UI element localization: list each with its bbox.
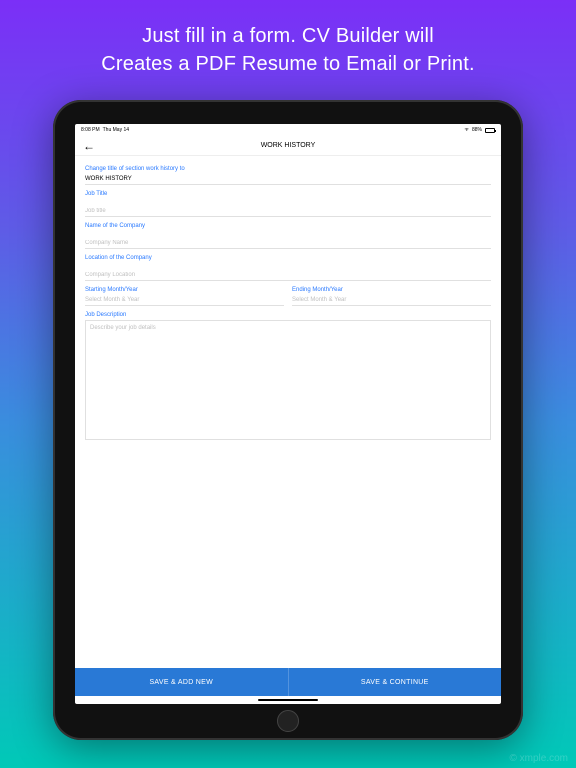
screen: 8:08 PM Thu May 14 ᯤ 88% ← WORK HISTORY … <box>75 124 501 704</box>
section-title-value[interactable]: WORK HISTORY <box>85 174 491 185</box>
page-title: WORK HISTORY <box>261 142 316 149</box>
wifi-icon: ᯤ <box>464 127 469 133</box>
save-continue-button[interactable]: SAVE & CONTINUE <box>289 668 502 696</box>
location-input[interactable] <box>85 270 491 281</box>
battery-percent: 88% <box>472 127 482 133</box>
description-textarea[interactable] <box>85 320 491 440</box>
promo-line2: Creates a PDF Resume to Email or Print. <box>101 50 474 78</box>
date-row: Starting Month/Year Select Month & Year … <box>85 281 491 306</box>
home-indicator <box>75 696 501 704</box>
home-button[interactable] <box>277 710 299 732</box>
start-date-label: Starting Month/Year <box>85 287 284 293</box>
promo-headline: Just fill in a form. CV Builder will Cre… <box>101 22 474 78</box>
description-label: Job Description <box>85 312 491 318</box>
home-indicator-bar <box>258 699 318 701</box>
tablet-frame: 8:08 PM Thu May 14 ᯤ 88% ← WORK HISTORY … <box>53 100 523 740</box>
end-date-select[interactable]: Select Month & Year <box>292 295 491 306</box>
start-date-select[interactable]: Select Month & Year <box>85 295 284 306</box>
status-bar: 8:08 PM Thu May 14 ᯤ 88% <box>75 124 501 136</box>
location-label: Location of the Company <box>85 255 491 261</box>
save-add-new-button[interactable]: SAVE & ADD NEW <box>75 668 289 696</box>
job-title-label: Job Title <box>85 191 491 197</box>
nav-bar: ← WORK HISTORY <box>75 136 501 156</box>
company-name-label: Name of the Company <box>85 223 491 229</box>
back-arrow-icon[interactable]: ← <box>83 139 95 153</box>
job-title-input[interactable] <box>85 206 491 217</box>
section-title-label: Change title of section work history to <box>85 166 491 172</box>
status-date: Thu May 14 <box>103 127 129 133</box>
promo-line1: Just fill in a form. CV Builder will <box>101 22 474 50</box>
work-history-form: Change title of section work history to … <box>75 156 501 668</box>
button-bar: SAVE & ADD NEW SAVE & CONTINUE <box>75 668 501 696</box>
status-time: 8:08 PM <box>81 127 100 133</box>
company-name-input[interactable] <box>85 238 491 249</box>
battery-icon <box>485 128 495 133</box>
watermark: © xmple.com <box>510 753 569 764</box>
end-date-label: Ending Month/Year <box>292 287 491 293</box>
